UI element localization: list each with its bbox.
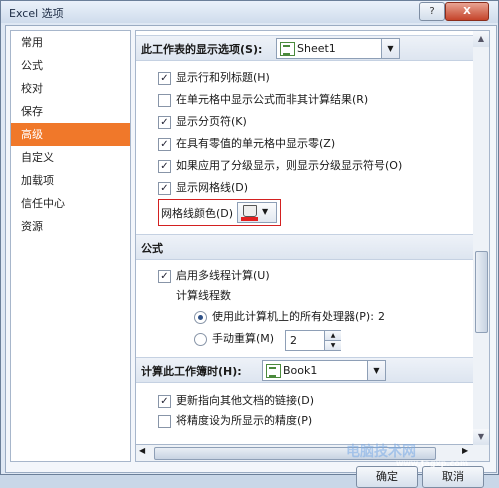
watermark-site: jingyan.baidu.com [331, 423, 415, 432]
sheet-select[interactable]: Sheet1 ▼ [276, 38, 400, 59]
option-label: 更新指向其他文档的链接(D) [176, 394, 315, 407]
workbook-icon [266, 364, 281, 378]
worksheet-icon [280, 42, 295, 56]
paint-bucket-icon [243, 205, 257, 217]
chevron-up-icon[interactable]: ▲ [473, 31, 489, 47]
chevron-down-icon[interactable]: ▼ [325, 340, 341, 350]
chevron-down-icon: ▼ [262, 207, 269, 216]
window-title: Excel 选项 [9, 7, 64, 20]
option-label: 在单元格中显示公式而非其计算结果(R) [176, 93, 369, 106]
chevron-right-icon[interactable]: ▶ [462, 446, 468, 455]
checkbox[interactable]: ✓ [158, 160, 171, 173]
option-label: 使用此计算机上的所有处理器(P): [212, 310, 374, 323]
title-bar[interactable]: Excel 选项 ? X [1, 1, 498, 23]
chevron-up-icon[interactable]: ▲ [325, 331, 341, 340]
gridline-color-button[interactable]: ▼ [237, 202, 277, 223]
chevron-down-icon[interactable]: ▼ [473, 429, 489, 445]
option-label: 将精度设为所显示的精度(P) [176, 414, 313, 427]
workbook-options-label: 计算此工作簿时(H): [141, 365, 242, 378]
workbook-options-header: 计算此工作簿时(H): Book1 ▼ [136, 357, 474, 383]
sidebar: 常用 公式 校对 保存 高级 自定义 加载项 信任中心 资源 [10, 30, 131, 462]
sidebar-item-save[interactable]: 保存 [11, 100, 130, 123]
radio-button[interactable] [194, 311, 207, 324]
checkbox[interactable]: ✓ [158, 72, 171, 85]
stepper-buttons: ▲ ▼ [324, 331, 341, 350]
color-swatch [241, 217, 258, 221]
chevron-down-icon[interactable]: ▼ [367, 361, 385, 380]
checkbox[interactable]: ✓ [158, 395, 171, 408]
excel-options-dialog: Excel 选项 ? X 常用 公式 校对 保存 高级 自定义 加载项 信任中心… [0, 0, 499, 488]
ok-button[interactable]: 确定 [356, 466, 418, 488]
options-panel: 此工作表的显示选项(S): Sheet1 ▼ ✓ 显示行和列标题(H) 在单元格… [135, 30, 475, 462]
cancel-button[interactable]: 取消 [422, 466, 484, 488]
threads-label: 计算线程数 [176, 287, 231, 305]
checkbox[interactable] [158, 415, 171, 428]
close-button[interactable]: X [445, 2, 489, 21]
option-label: 显示分页符(K) [176, 115, 247, 128]
checkbox[interactable]: ✓ [158, 270, 171, 283]
checkbox[interactable]: ✓ [158, 182, 171, 195]
option-label: 如果应用了分级显示，则显示分级显示符号(O) [176, 159, 403, 172]
sheet-options-header: 此工作表的显示选项(S): Sheet1 ▼ [136, 35, 474, 61]
scroll-thumb[interactable] [475, 251, 488, 333]
workbook-select[interactable]: Book1 ▼ [262, 360, 386, 381]
formulas-section-header: 公式 [136, 234, 474, 260]
watermark-brand: 电脑技术网 [346, 444, 416, 460]
option-label: 显示行和列标题(H) [176, 71, 270, 84]
checkbox[interactable] [158, 94, 171, 107]
option-label: 手动重算(M) [212, 332, 275, 345]
sidebar-item-common[interactable]: 常用 [11, 31, 130, 54]
option-label: 启用多线程计算(U) [176, 269, 270, 282]
sidebar-item-proofing[interactable]: 校对 [11, 77, 130, 100]
option-label: 显示网格线(D) [176, 181, 249, 194]
chevron-down-icon[interactable]: ▼ [381, 39, 399, 58]
option-all-processors[interactable]: 使用此计算机上的所有处理器(P): 2 [194, 308, 454, 326]
help-button[interactable]: ? [419, 2, 445, 21]
gridline-color-group: 网格线颜色(D) ▼ [158, 199, 281, 226]
stepper-value: 2 [290, 334, 297, 347]
vertical-scrollbar[interactable]: ▲ ▼ [473, 30, 490, 462]
watermark-url: www.tagxp.com [396, 459, 469, 468]
dialog-body: 常用 公式 校对 保存 高级 自定义 加载项 信任中心 资源 此工作表的显示选项… [5, 25, 497, 488]
gridline-color-label: 网格线颜色(D) [161, 207, 234, 220]
radio-button[interactable] [194, 333, 207, 346]
sheet-select-value: Sheet1 [297, 42, 336, 55]
checkbox[interactable]: ✓ [158, 116, 171, 129]
sheet-options-label: 此工作表的显示选项(S): [141, 43, 263, 56]
checkbox[interactable]: ✓ [158, 138, 171, 151]
thread-count-stepper[interactable]: 2 ▲ ▼ [285, 330, 341, 351]
workbook-select-value: Book1 [283, 364, 318, 377]
sidebar-item-addins[interactable]: 加载项 [11, 169, 130, 192]
threads-label-text: 计算线程数 [176, 289, 231, 302]
sidebar-item-formulas[interactable]: 公式 [11, 54, 130, 77]
option-label: 在具有零值的单元格中显示零(Z) [176, 137, 336, 150]
sidebar-item-trust-center[interactable]: 信任中心 [11, 192, 130, 215]
sidebar-item-resources[interactable]: 资源 [11, 215, 130, 238]
processor-count: 2 [378, 310, 385, 323]
sidebar-item-customize[interactable]: 自定义 [11, 146, 130, 169]
formulas-section-label: 公式 [141, 242, 163, 255]
chevron-left-icon[interactable]: ◀ [139, 446, 145, 455]
sidebar-item-advanced[interactable]: 高级 [11, 123, 130, 146]
